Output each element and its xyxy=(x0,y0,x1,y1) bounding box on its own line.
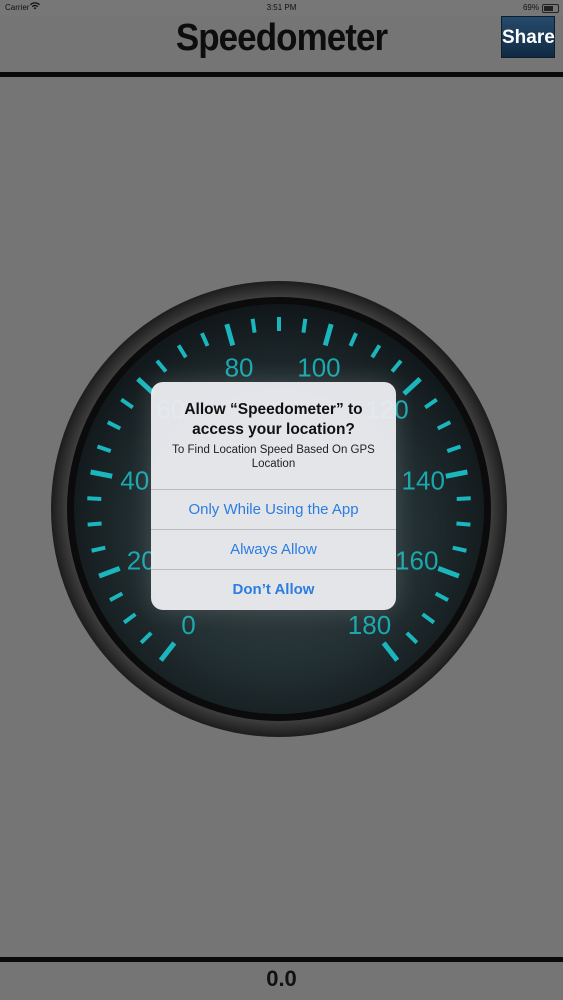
allow-while-using-button[interactable]: Only While Using the App xyxy=(151,489,396,529)
alert-title: Allow “Speedometer” to access your locat… xyxy=(184,401,363,438)
location-permission-alert: Allow “Speedometer” to access your locat… xyxy=(151,382,396,610)
always-allow-button[interactable]: Always Allow xyxy=(151,529,396,569)
speed-readout: 0.0 xyxy=(266,966,297,991)
alert-message: To Find Location Speed Based On GPS Loca… xyxy=(172,444,375,470)
dont-allow-button[interactable]: Don’t Allow xyxy=(151,569,396,609)
bottom-bar: 0.0 xyxy=(0,962,563,1000)
